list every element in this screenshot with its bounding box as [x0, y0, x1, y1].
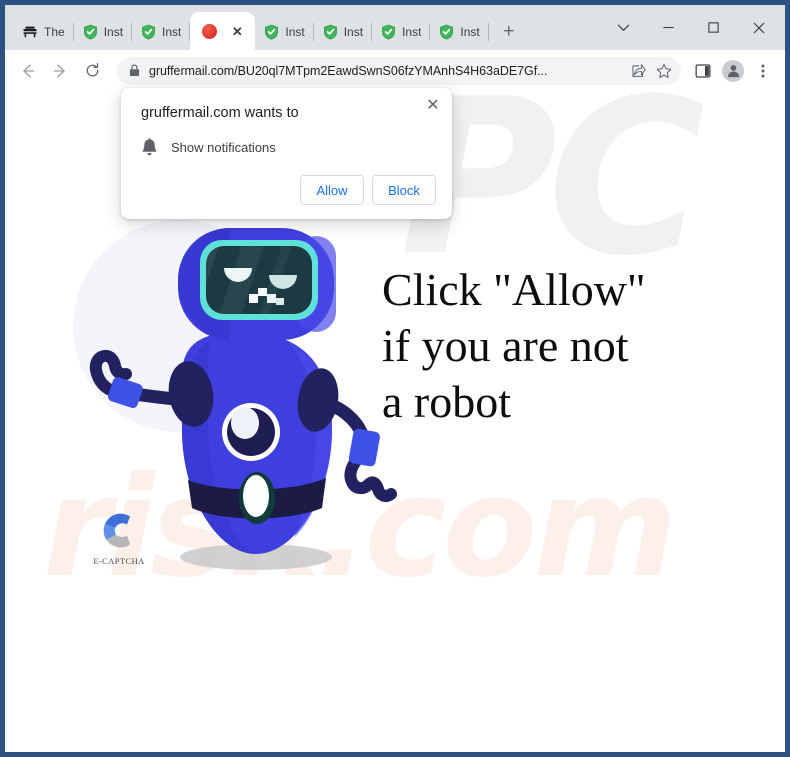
browser-tab-8[interactable]: Inst	[430, 14, 489, 50]
new-tab-button[interactable]: +	[495, 18, 523, 46]
profile-avatar[interactable]	[719, 56, 747, 86]
browser-tab-1[interactable]: The	[13, 14, 74, 50]
avatar[interactable]	[722, 59, 744, 82]
shield-icon	[83, 24, 98, 40]
url-text[interactable]: gruffermail.com/BU20ql7MTpm2EawdSwnS06fz…	[149, 64, 625, 78]
shield-icon	[141, 24, 156, 40]
shield-icon	[323, 24, 338, 40]
tab-label: Inst	[343, 25, 364, 39]
side-panel-icon[interactable]	[689, 56, 717, 86]
headline-line-3: a robot	[382, 376, 512, 428]
minimize-icon[interactable]	[646, 8, 691, 48]
tab-close-icon[interactable]: ✕	[229, 23, 245, 39]
notification-permission-dialog: ✕ gruffermail.com wants to Show notifica…	[121, 88, 452, 219]
captcha-c-icon	[96, 507, 142, 553]
shield-icon	[264, 24, 279, 40]
dialog-title: gruffermail.com wants to	[141, 105, 299, 121]
page-headline: Click "Allow" if you are not a robot	[382, 262, 712, 430]
headline-line-1: Click "Allow"	[382, 264, 646, 315]
maximize-icon[interactable]	[691, 8, 736, 48]
bookmark-star-icon[interactable]	[651, 58, 677, 84]
tab-search-icon[interactable]	[601, 8, 646, 48]
forward-icon[interactable]	[45, 56, 75, 86]
allow-button[interactable]: Allow	[300, 175, 364, 205]
browser-tab-3[interactable]: Inst	[132, 14, 191, 50]
tab-label: Inst	[162, 25, 182, 39]
tab-label: Inst	[460, 25, 480, 39]
tab-label: The	[44, 25, 65, 39]
browser-window: The Inst Inst ✕ Inst Inst Inst Inst + gr…	[0, 0, 790, 757]
tab-label: Inst	[285, 25, 305, 39]
dialog-actions: Allow Block	[300, 175, 436, 205]
dialog-close-icon[interactable]: ✕	[423, 95, 443, 115]
more-menu-icon[interactable]	[749, 56, 777, 86]
lock-icon	[129, 64, 140, 77]
tab-divider	[487, 23, 489, 41]
bell-icon	[141, 138, 158, 157]
browser-tab-5[interactable]: Inst	[255, 14, 314, 50]
headline-line-2: if you are not	[382, 320, 629, 372]
back-icon[interactable]	[13, 56, 43, 86]
permission-row: Show notifications	[141, 138, 276, 157]
browser-toolbar: gruffermail.com/BU20ql7MTpm2EawdSwnS06fz…	[5, 50, 785, 92]
window-controls	[601, 5, 785, 50]
reload-icon[interactable]	[77, 56, 107, 86]
tab-label: Inst	[402, 25, 422, 39]
tabs-container: The Inst Inst ✕ Inst Inst Inst Inst +	[5, 5, 523, 50]
address-bar[interactable]: gruffermail.com/BU20ql7MTpm2EawdSwnS06fz…	[117, 56, 681, 85]
browser-tab-active[interactable]: ✕	[190, 12, 256, 50]
browser-tab-6[interactable]: Inst	[314, 14, 373, 50]
tab-label: Inst	[103, 25, 124, 39]
bench-icon	[22, 24, 38, 40]
captcha-logo: E-CAPTCHA	[83, 507, 155, 566]
tab-strip: The Inst Inst ✕ Inst Inst Inst Inst +	[5, 5, 785, 50]
share-icon[interactable]	[625, 58, 651, 84]
browser-tab-7[interactable]: Inst	[372, 14, 431, 50]
block-button[interactable]: Block	[372, 175, 436, 205]
close-icon[interactable]	[736, 8, 781, 48]
red-dot-icon	[202, 23, 218, 39]
browser-tab-2[interactable]: Inst	[74, 14, 133, 50]
shield-icon	[381, 24, 396, 40]
captcha-label: E-CAPTCHA	[93, 556, 145, 566]
shield-icon	[439, 24, 454, 40]
permission-label: Show notifications	[171, 140, 276, 155]
